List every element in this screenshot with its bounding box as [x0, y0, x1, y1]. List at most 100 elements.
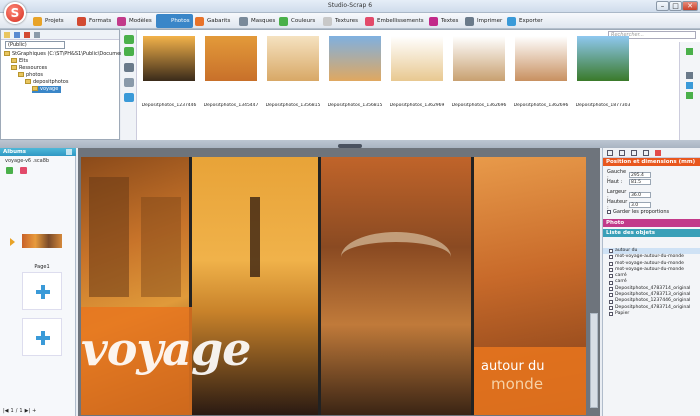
new-folder-icon[interactable]: [14, 32, 20, 38]
window-title: Studio-Scrap 6: [327, 2, 373, 9]
grid-view-icon[interactable]: [686, 48, 693, 55]
visibility-checkbox[interactable]: [609, 299, 613, 304]
menu-projets[interactable]: Projets: [30, 14, 67, 28]
folder-icon: [25, 79, 31, 84]
tree-node-photos[interactable]: photos: [18, 72, 43, 79]
close-button[interactable]: ✕: [682, 1, 698, 11]
photo-thumbnail[interactable]: Depositphotos_1345447: [204, 36, 258, 108]
visibility-checkbox[interactable]: [609, 312, 613, 317]
menu-textes[interactable]: Textes: [426, 14, 461, 28]
thumbnail-image: [577, 36, 629, 81]
app-logo[interactable]: S: [4, 2, 26, 24]
minimize-button[interactable]: –: [656, 1, 669, 11]
visibility-checkbox[interactable]: [609, 268, 613, 273]
menu-exporter[interactable]: Exporter: [504, 14, 546, 28]
add-page-button[interactable]: +: [32, 408, 36, 414]
redo-icon[interactable]: [619, 150, 625, 156]
menu-modeles[interactable]: Modèles: [114, 14, 155, 28]
photo-gondolas[interactable]: [192, 157, 318, 415]
folder-icon: [11, 58, 17, 63]
folder-toolbar: [1, 30, 119, 40]
photo-section-header: Photo: [603, 219, 700, 227]
page-label: Page1: [34, 264, 50, 270]
tree-node-ressources[interactable]: Ressources: [11, 65, 47, 72]
first-page-icon[interactable]: |◀: [3, 408, 9, 414]
visibility-checkbox[interactable]: [609, 293, 613, 298]
prop-value-input[interactable]: 81.5: [629, 179, 651, 185]
delete-page-icon[interactable]: [20, 167, 27, 174]
templates-icon: [117, 16, 126, 26]
embellishment-icon: [365, 16, 374, 26]
thumbnail-caption: Depositphotos_1237446: [141, 103, 197, 108]
prop-value-input[interactable]: 36.0: [629, 192, 651, 198]
tree-node-root[interactable]: StGraphiques (C:\ST\PH&S1\Public\Documen…: [4, 51, 130, 58]
add-page-card[interactable]: [22, 318, 62, 356]
filter-icon[interactable]: [686, 72, 693, 79]
collapse-icon[interactable]: [66, 149, 72, 155]
last-page-icon[interactable]: ▶|: [25, 408, 31, 414]
list-view-icon[interactable]: [686, 82, 693, 89]
object-list-item[interactable]: Papier: [603, 311, 700, 317]
photo-thumbnail[interactable]: Depositphotos_1362696: [452, 36, 506, 108]
albums-panel: Albums voyage-v6 .sca8b Page1 |◀ 1 / 1 ▶…: [0, 148, 76, 416]
photo-thumbnail[interactable]: Depositphotos_1237446: [142, 36, 196, 108]
thumbnail-caption: Depositphotos_1362969: [389, 103, 445, 108]
visibility-checkbox[interactable]: [609, 255, 613, 260]
album-name[interactable]: voyage-v6 .sca8b: [5, 158, 49, 164]
thumbnail-image: [515, 36, 567, 81]
undo-icon[interactable]: [607, 150, 613, 156]
word-voyage[interactable]: voyage: [81, 322, 251, 376]
text-autour-du[interactable]: autour du: [481, 359, 544, 374]
tree-node-elts[interactable]: Elts: [11, 58, 28, 65]
visibility-checkbox[interactable]: [609, 249, 613, 254]
menu-formats[interactable]: Formats: [74, 14, 114, 28]
photo-thumbnail[interactable]: Depositphotos_1356815: [328, 36, 382, 108]
library-select[interactable]: (Public): [5, 41, 65, 49]
thumbnail-caption: Depositphotos_1356815: [265, 103, 321, 108]
tree-node-depositphotos[interactable]: depositphotos: [25, 79, 68, 86]
color-wheel-icon: [279, 16, 288, 26]
paste-icon[interactable]: [643, 150, 649, 156]
title-bar: Studio-Scrap 6 – □ ✕: [0, 0, 700, 13]
menu-embellissements[interactable]: Embellissements: [362, 14, 427, 28]
delete-icon[interactable]: [24, 32, 30, 38]
visibility-checkbox[interactable]: [609, 305, 613, 310]
maximize-button[interactable]: □: [669, 1, 682, 11]
mask-icon: [239, 16, 248, 26]
visibility-checkbox[interactable]: [609, 274, 613, 279]
large-icons-icon[interactable]: [686, 92, 693, 99]
text-monde[interactable]: monde: [491, 375, 543, 393]
photo-thumbnail[interactable]: Depositphotos_1362696: [514, 36, 568, 108]
prop-value-input[interactable]: 3.0: [629, 202, 651, 208]
refresh-icon[interactable]: [34, 32, 40, 38]
menu-masques[interactable]: Masques: [236, 14, 278, 28]
photo-rialto-bridge[interactable]: [321, 157, 471, 415]
menu-textures[interactable]: Textures: [320, 14, 361, 28]
folder-icon[interactable]: [4, 32, 10, 38]
menu-gabarits[interactable]: Gabarits: [192, 14, 233, 28]
photo-thumbnail[interactable]: Depositphotos_1362969: [390, 36, 444, 108]
add-page-icon[interactable]: [6, 167, 13, 174]
prop-value-input[interactable]: 295.4: [629, 172, 651, 178]
menu-photos[interactable]: Photos: [156, 14, 193, 28]
visibility-checkbox[interactable]: [609, 280, 613, 285]
menu-imprimer[interactable]: Imprimer: [462, 14, 505, 28]
zoom-slider[interactable]: [590, 313, 598, 408]
photo-thumbnail[interactable]: Depositphotos_1356815: [266, 36, 320, 108]
puzzle-icon: [195, 16, 204, 26]
prop-label: Hauteur :: [607, 199, 628, 211]
photo-thumbnail[interactable]: Depositphotos_1877303: [576, 36, 630, 108]
menu-couleurs[interactable]: Couleurs: [276, 14, 318, 28]
scrap-page[interactable]: voyage autour du monde: [81, 157, 586, 415]
copy-icon[interactable]: [631, 150, 637, 156]
page-thumbnail[interactable]: [22, 234, 62, 248]
tree-node-voyage[interactable]: voyage: [32, 86, 62, 93]
delete-icon[interactable]: [655, 150, 661, 156]
visibility-checkbox[interactable]: [609, 261, 613, 266]
editing-canvas[interactable]: voyage autour du monde: [78, 148, 600, 416]
add-page-card[interactable]: [22, 272, 62, 310]
folder-icon: [32, 86, 38, 91]
folder-icon: [18, 72, 24, 77]
visibility-checkbox[interactable]: [609, 286, 613, 291]
thumbnail-caption: Depositphotos_1356815: [327, 103, 383, 108]
